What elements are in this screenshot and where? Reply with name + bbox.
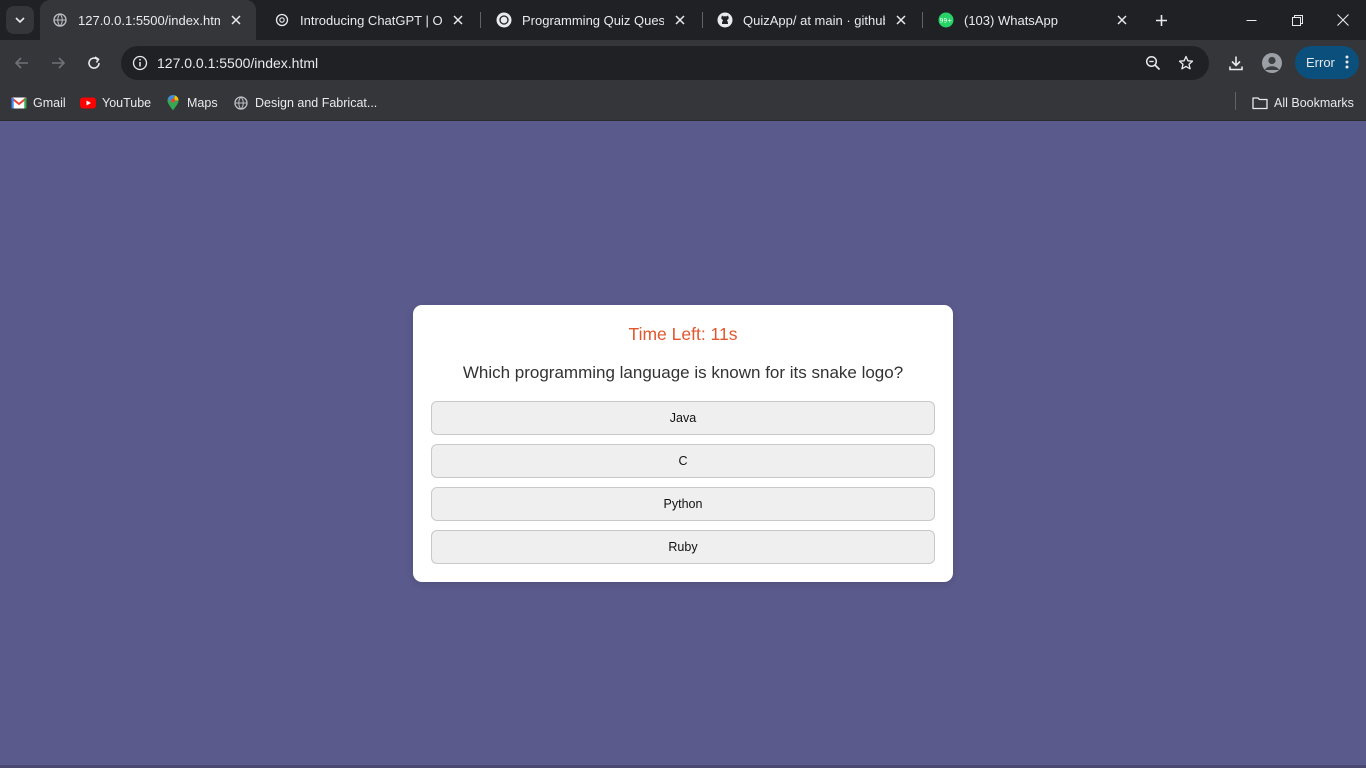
bookmark-label: Maps (187, 96, 218, 110)
bookmark-label: YouTube (102, 96, 152, 110)
tab-strip: 127.0.0.1:5500/index.html Introducing Ch… (0, 0, 1366, 40)
close-tab-icon[interactable] (893, 12, 909, 28)
tab-programming-quiz[interactable]: Programming Quiz Questions (484, 0, 700, 40)
avatar-icon (1262, 53, 1282, 73)
restore-button[interactable] (1274, 0, 1320, 40)
tab-title: QuizApp/ at main · githubabhi (743, 12, 885, 28)
globe-icon (233, 95, 249, 111)
tab-github[interactable]: QuizApp/ at main · githubabhi (705, 0, 921, 40)
bookmark-design-fabrication[interactable]: Design and Fabricat... (233, 92, 377, 114)
bookmark-maps[interactable]: Maps (165, 92, 218, 114)
youtube-icon (80, 95, 96, 111)
maps-icon (165, 95, 181, 111)
browser-toolbar: 127.0.0.1:5500/index.html Error (0, 40, 1366, 86)
profile-error-button[interactable]: Error (1295, 46, 1359, 79)
bookmark-gmail[interactable]: Gmail (11, 92, 66, 114)
reload-button[interactable] (80, 49, 108, 77)
answer-option-c[interactable]: C (431, 444, 935, 478)
github-icon (717, 12, 733, 28)
restore-icon (1291, 14, 1303, 26)
minimize-button[interactable] (1228, 0, 1274, 40)
quiz-card: Time Left: 11s Which programming languag… (413, 305, 953, 582)
tab-title: Programming Quiz Questions (522, 12, 664, 28)
globe-icon (52, 12, 68, 28)
openai-icon (496, 12, 512, 28)
close-tab-icon[interactable] (450, 12, 466, 28)
download-icon (1229, 56, 1243, 71)
gmail-icon (11, 95, 27, 111)
tab-title: Introducing ChatGPT | OpenAI (300, 12, 442, 28)
reload-icon (88, 56, 100, 69)
bookmarks-bar: Gmail YouTube Maps Design and Fabricat..… (0, 86, 1366, 121)
url-text[interactable]: 127.0.0.1:5500/index.html (157, 55, 318, 71)
tab-search-button[interactable] (6, 6, 34, 34)
tab-chatgpt[interactable]: Introducing ChatGPT | OpenAI (262, 0, 478, 40)
tab-divider (480, 12, 481, 28)
plus-icon (1155, 14, 1167, 26)
question-text: Which programming language is known for … (462, 363, 904, 382)
forward-button[interactable] (44, 49, 72, 77)
openai-icon (274, 12, 290, 28)
address-bar[interactable]: 127.0.0.1:5500/index.html (121, 46, 1209, 80)
tab-localhost[interactable]: 127.0.0.1:5500/index.html (40, 0, 256, 40)
bookmark-star-icon[interactable] (1175, 52, 1197, 74)
chevron-down-icon (15, 17, 25, 24)
tab-divider (922, 12, 923, 28)
minimize-icon (1246, 19, 1256, 21)
close-tab-icon[interactable] (1114, 12, 1130, 28)
bookmarks-divider (1235, 92, 1236, 110)
close-tab-icon[interactable] (672, 12, 688, 28)
zoom-icon[interactable] (1142, 52, 1164, 74)
answer-option-python[interactable]: Python (431, 487, 935, 521)
tab-whatsapp[interactable]: 99+ (103) WhatsApp (926, 0, 1142, 40)
tab-title: (103) WhatsApp (964, 12, 1058, 28)
new-tab-button[interactable] (1150, 9, 1172, 31)
folder-icon (1252, 95, 1268, 111)
close-window-button[interactable] (1320, 0, 1366, 40)
back-button[interactable] (8, 49, 36, 77)
tab-title: 127.0.0.1:5500/index.html (78, 12, 220, 28)
timer-text: Time Left: 11s (628, 324, 738, 344)
profile-error-label: Error (1306, 55, 1335, 70)
bookmark-label: Gmail (33, 96, 66, 110)
tab-divider (702, 12, 703, 28)
svg-text:99+: 99+ (940, 18, 953, 25)
arrow-right-icon (52, 57, 66, 69)
all-bookmarks-label: All Bookmarks (1274, 96, 1354, 110)
bookmark-youtube[interactable]: YouTube (80, 92, 151, 114)
arrow-left-icon (14, 57, 28, 69)
more-vert-icon (1345, 55, 1349, 69)
profile-avatar[interactable] (1258, 49, 1286, 77)
site-info-icon[interactable] (129, 52, 151, 74)
close-icon (1337, 14, 1349, 26)
downloads-button[interactable] (1222, 49, 1250, 77)
bookmark-label: Design and Fabricat... (255, 96, 378, 110)
all-bookmarks-button[interactable]: All Bookmarks (1252, 92, 1354, 114)
answer-option-ruby[interactable]: Ruby (431, 530, 935, 564)
answer-option-java[interactable]: Java (431, 401, 935, 435)
close-tab-icon[interactable] (228, 12, 244, 28)
whatsapp-icon: 99+ (938, 12, 954, 28)
